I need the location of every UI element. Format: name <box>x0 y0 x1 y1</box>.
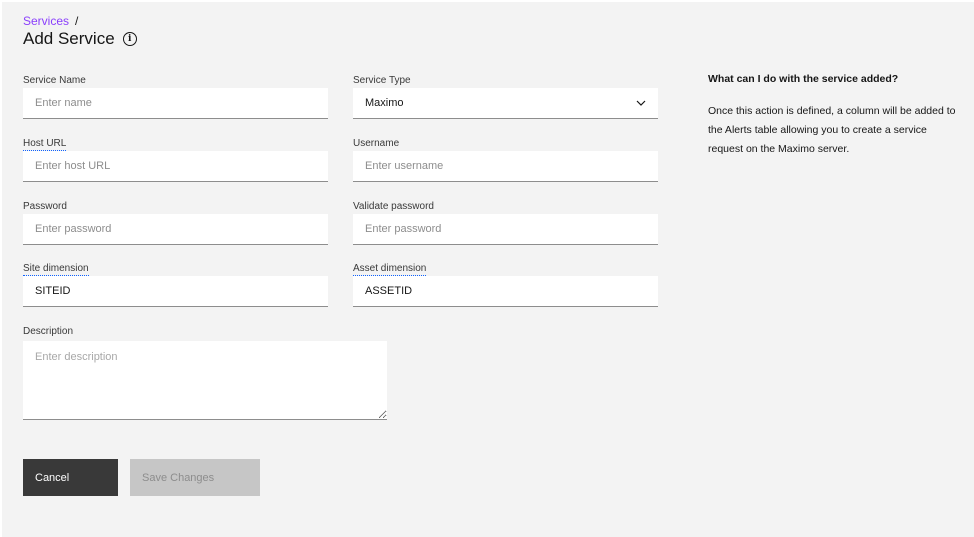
service-type-select[interactable]: Maximo <box>353 88 658 119</box>
password-field: Password <box>23 196 328 245</box>
service-name-label: Service Name <box>23 75 86 86</box>
site-dimension-label[interactable]: Site dimension <box>23 263 89 276</box>
service-name-input[interactable] <box>23 88 328 119</box>
host-url-label[interactable]: Host URL <box>23 138 67 151</box>
info-icon[interactable]: i <box>122 32 137 46</box>
service-type-value: Maximo <box>365 97 404 109</box>
breadcrumb-services-link[interactable]: Services <box>23 14 69 28</box>
username-input[interactable] <box>353 151 658 182</box>
description-textarea[interactable] <box>23 341 387 420</box>
validate-password-label: Validate password <box>353 201 434 212</box>
help-body: Once this action is defined, a column wi… <box>708 105 956 155</box>
service-type-field: Service Type Maximo <box>353 70 658 119</box>
breadcrumb: Services / <box>23 14 78 28</box>
validate-password-input[interactable] <box>353 214 658 245</box>
password-label: Password <box>23 201 67 212</box>
help-title: What can I do with the service added? <box>708 73 899 85</box>
asset-dimension-label[interactable]: Asset dimension <box>353 263 427 276</box>
help-panel: What can I do with the service added? On… <box>708 73 960 159</box>
service-name-field: Service Name <box>23 70 328 119</box>
asset-dimension-field: Asset dimension <box>353 258 658 307</box>
service-type-label: Service Type <box>353 75 411 86</box>
password-input[interactable] <box>23 214 328 245</box>
chevron-down-icon <box>636 98 646 108</box>
description-label: Description <box>23 326 74 337</box>
page-title: Add Service <box>23 29 115 48</box>
site-dimension-field: Site dimension <box>23 258 328 307</box>
validate-password-field: Validate password <box>353 196 658 245</box>
cancel-button[interactable]: Cancel <box>23 459 118 496</box>
page-header: Add Service i <box>23 29 137 49</box>
username-label: Username <box>353 138 400 149</box>
asset-dimension-input[interactable] <box>353 276 658 307</box>
host-url-input[interactable] <box>23 151 328 182</box>
site-dimension-input[interactable] <box>23 276 328 307</box>
description-field: Description <box>23 321 328 339</box>
breadcrumb-separator: / <box>75 14 79 28</box>
save-changes-button[interactable]: Save Changes <box>130 459 260 496</box>
host-url-field: Host URL <box>23 133 328 182</box>
username-field: Username <box>353 133 658 182</box>
